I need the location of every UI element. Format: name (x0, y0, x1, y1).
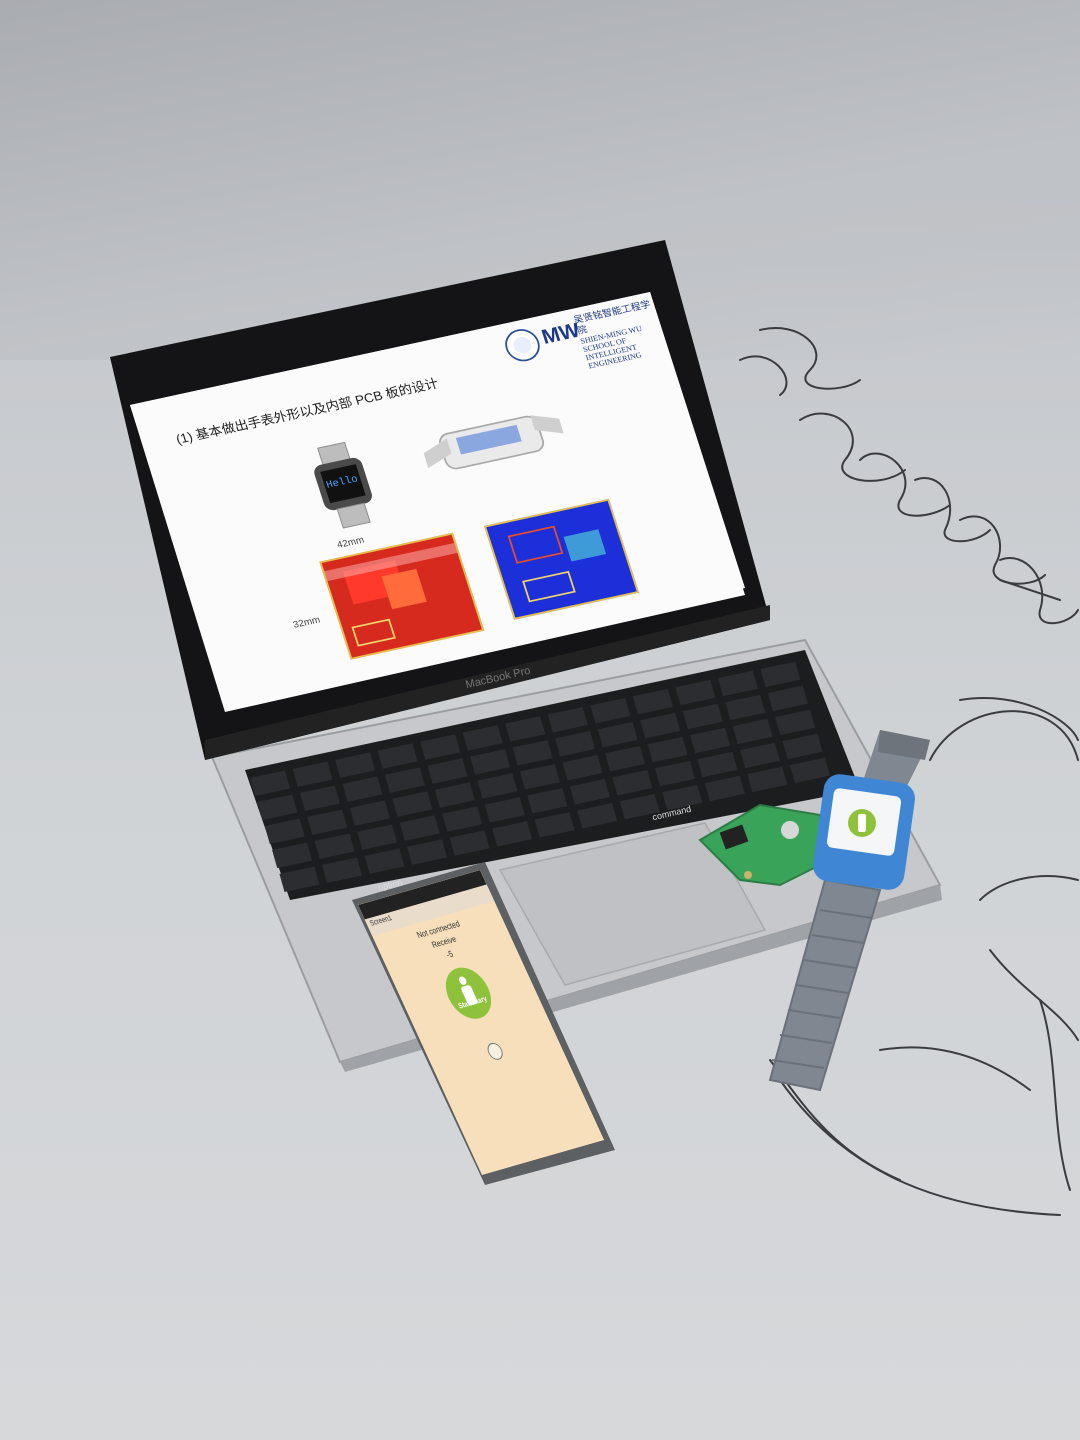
watch-render: Hello (307, 440, 380, 529)
pcb-layout-blue (484, 498, 639, 620)
dimension-height: 32mm (291, 614, 322, 631)
scene-drawing (110, 240, 1079, 1216)
pcb-layout-red (319, 532, 485, 660)
person-icon (457, 975, 468, 986)
university-logo (500, 326, 544, 365)
lightbulb-icon (484, 1041, 506, 1062)
dimension-width: 42mm (335, 534, 366, 551)
photo-scene: (1) 基本做出手表外形以及内部 PCB 板的设计 MW 吴贤铭智能工程学院 S… (0, 0, 1080, 1440)
watch-exploded-view (416, 401, 571, 480)
school-name: 吴贤铭智能工程学院 SHIEN-MING WU SCHOOL OF INTELL… (572, 299, 669, 370)
phone-tab-screen1[interactable]: Screen1 (369, 915, 394, 928)
